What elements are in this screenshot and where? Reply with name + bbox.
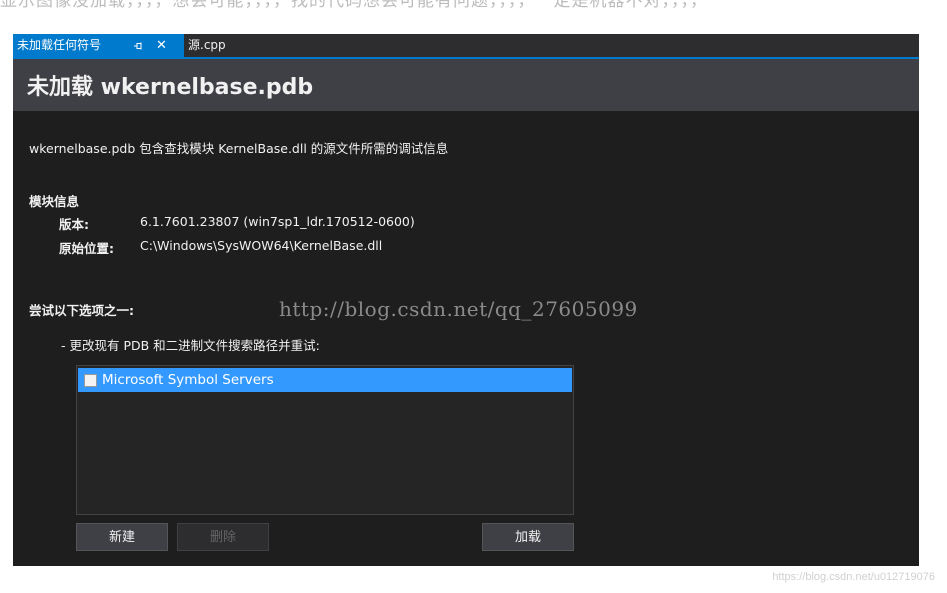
description-text: wkernelbase.pdb 包含查找模块 KernelBase.dll 的源… [29,141,449,156]
page-header: 未加载 wkernelbase.pdb [13,59,919,111]
tab-source-cpp[interactable]: 源.cpp [184,34,254,57]
watermark-text: http://blog.csdn.net/qq_27605099 [279,297,638,321]
vs-document-window: 未加载任何符号 ✕ 源.cpp 未加载 wkernelbase.pdb wker… [13,34,919,566]
new-button[interactable]: 新建 [76,523,168,551]
delete-button[interactable]: 删除 [177,523,269,551]
load-button[interactable]: 加载 [482,523,574,551]
list-item[interactable]: Microsoft Symbol Servers [78,368,572,392]
version-value: 6.1.7601.23807 (win7sp1_ldr.170512-0600) [140,214,415,229]
option-search-paths: - 更改现有 PDB 和二进制文件搜索路径并重试: [61,338,320,353]
list-item-label: Microsoft Symbol Servers [102,372,274,388]
bottom-watermark: https://blog.csdn.net/u012719076 [772,571,935,583]
pin-icon[interactable] [134,34,144,57]
location-value: C:\Windows\SysWOW64\KernelBase.dll [140,238,383,253]
location-label: 原始位置: [59,241,114,256]
options-title: 尝试以下选项之一: [29,303,134,318]
tab-label: 源.cpp [188,38,226,52]
version-label: 版本: [59,217,89,232]
tab-label: 未加载任何符号 [17,38,102,52]
close-icon[interactable]: ✕ [156,34,167,57]
module-info-title: 模块信息 [29,194,80,209]
tab-bar: 未加载任何符号 ✕ 源.cpp [13,34,919,59]
tab-no-symbols-loaded[interactable]: 未加载任何符号 ✕ [13,34,184,57]
symbol-server-checkbox[interactable] [84,374,97,387]
page-caption: 显示图像没加载，，，，想会可能，，，，找的代码想会可能有问题，，，，一定是机器不… [0,0,708,11]
symbol-server-list[interactable]: Microsoft Symbol Servers [76,365,574,515]
page-title: 未加载 wkernelbase.pdb [27,75,314,100]
